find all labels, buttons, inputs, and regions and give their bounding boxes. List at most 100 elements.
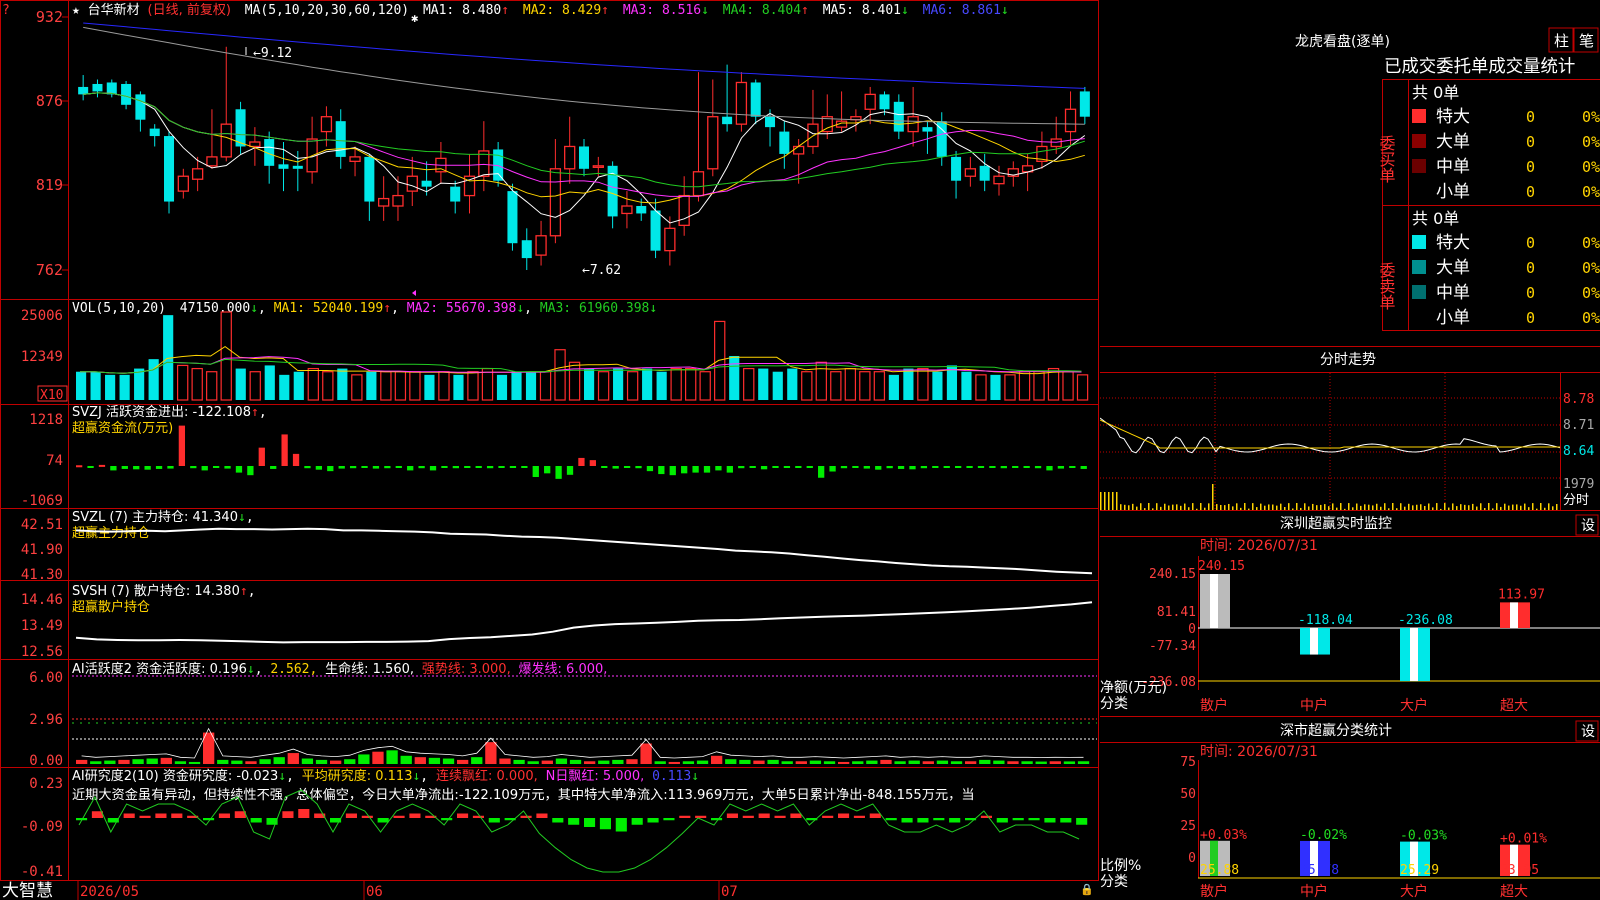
ai1-axis-mid: 2.96 (29, 712, 63, 728)
ma-lines (83, 22, 1086, 224)
research-bar (123, 813, 135, 818)
activity-bar (1035, 761, 1047, 764)
activity-bar (1007, 761, 1019, 764)
capital-flow-bar (760, 466, 768, 470)
svg-text:0: 0 (1188, 851, 1196, 866)
intraday-volume-bar (1124, 504, 1126, 510)
order-type: 小单 (1436, 308, 1470, 328)
candle (306, 116, 318, 184)
activity-bar (626, 759, 638, 764)
capital-flow-bar (852, 466, 859, 468)
sz-y-axis: 240.15 81.41 0 -77.34 -236.08 (1141, 567, 1196, 690)
research-bar (599, 818, 611, 830)
stats-change-label: -0.03% (1400, 829, 1447, 844)
legend-swatch (1412, 159, 1426, 173)
order-row: 小单 0 0% (1436, 182, 1600, 202)
activity-bar (217, 759, 229, 764)
candle (779, 121, 790, 169)
lock-icon[interactable]: 🔒 (1080, 883, 1094, 896)
intraday-volume-bar (1316, 505, 1318, 510)
volume-bar (1033, 371, 1045, 401)
research-bar (822, 815, 834, 818)
candle (692, 72, 705, 202)
svg-text:8.78: 8.78 (1563, 392, 1594, 407)
capital-flow-bar (224, 466, 231, 469)
volume-bar (961, 371, 972, 400)
intraday-volume-bar (1504, 503, 1506, 510)
svzl-subtitle: 超赢主力持仓 (72, 525, 150, 541)
activity-bar (965, 761, 977, 764)
activity-bar (541, 760, 553, 764)
volume-bars (76, 311, 1089, 401)
volume-bar (177, 364, 189, 401)
capital-flow-bar (521, 466, 528, 468)
tick-mode-button[interactable]: 笔 (1579, 32, 1594, 50)
candle (135, 91, 146, 132)
monitor-bar (1300, 628, 1330, 655)
sz-settings-button[interactable]: 设 (1581, 518, 1595, 534)
volume-bar (801, 371, 813, 401)
date-label-july: 07 (721, 884, 738, 900)
capital-flow-bar (87, 466, 94, 468)
sz-monitor-title: 深圳超赢实时监控 (1280, 515, 1392, 532)
research-bar (520, 815, 532, 818)
volume-bar (394, 371, 407, 401)
capital-flow-bar (1023, 466, 1030, 468)
activity-bar (231, 760, 243, 764)
price-axis-top: 932 (36, 8, 63, 26)
ai1-axis-bottom: 0.00 (29, 753, 63, 769)
activity-bars (76, 727, 1090, 764)
activity-bar (358, 754, 370, 764)
activity-bar (866, 760, 878, 764)
candle (463, 153, 476, 214)
intraday-volume-bar (1296, 503, 1298, 510)
volume-bar (307, 367, 319, 401)
capital-flow-bar (875, 466, 882, 470)
legend-swatch (1412, 134, 1426, 148)
capital-flow-bar (715, 466, 722, 471)
research-bar (631, 818, 643, 825)
research-bar (139, 815, 151, 818)
candle (707, 79, 719, 177)
volume-bar (453, 374, 464, 400)
capital-flow-bar (76, 465, 83, 468)
candle (435, 142, 447, 184)
order-row: 大单 0 0% (1412, 132, 1600, 152)
candle (164, 131, 175, 214)
intraday-volume-bar (1176, 504, 1178, 510)
volume-bar (438, 371, 450, 401)
candle (678, 176, 690, 236)
capital-flow-bar (167, 466, 174, 469)
intraday-volume-bar (1116, 492, 1118, 510)
intraday-volume-bar (1204, 507, 1206, 510)
intraday-volume-bar (1320, 504, 1322, 510)
capital-flow-bar (212, 466, 220, 468)
order-type: 特大 (1436, 233, 1470, 253)
info-question-icon[interactable]: ? (2, 3, 10, 18)
activity-bar (696, 760, 709, 764)
capital-flow-bar (783, 466, 791, 468)
research-bars (76, 809, 1088, 832)
volume-bar (90, 371, 101, 400)
ss-stats-title: 深市超赢分类统计 (1280, 722, 1392, 739)
research-bar (1076, 818, 1088, 825)
intraday-volume-bar (1160, 506, 1162, 510)
volume-bar (859, 371, 871, 401)
candle (907, 86, 919, 147)
brand-logo[interactable]: 大智慧 (2, 881, 53, 900)
capital-flow-bar (441, 466, 448, 468)
intraday-volume-bar (1172, 504, 1174, 510)
research-bar (615, 818, 627, 832)
bar-mode-button[interactable]: 柱 (1554, 32, 1569, 50)
intraday-volume-bar (1252, 503, 1254, 510)
order-percent: 0% (1582, 259, 1600, 277)
activity-bar (90, 761, 102, 764)
main-chart-area[interactable]: 932 876 819 762 ? ★ 台华新材 (日线, 前复权) MA(5,… (0, 0, 1100, 900)
volume-bar (424, 374, 435, 400)
intraday-volume-bar (1180, 505, 1182, 510)
ss-settings-button[interactable]: 设 (1581, 724, 1595, 740)
research-bar (758, 813, 770, 818)
volume-bar (206, 371, 218, 401)
intraday-chart[interactable]: 8.78 8.71 8.64 1979 分时 (1100, 373, 1594, 510)
research-bar (1028, 818, 1040, 821)
